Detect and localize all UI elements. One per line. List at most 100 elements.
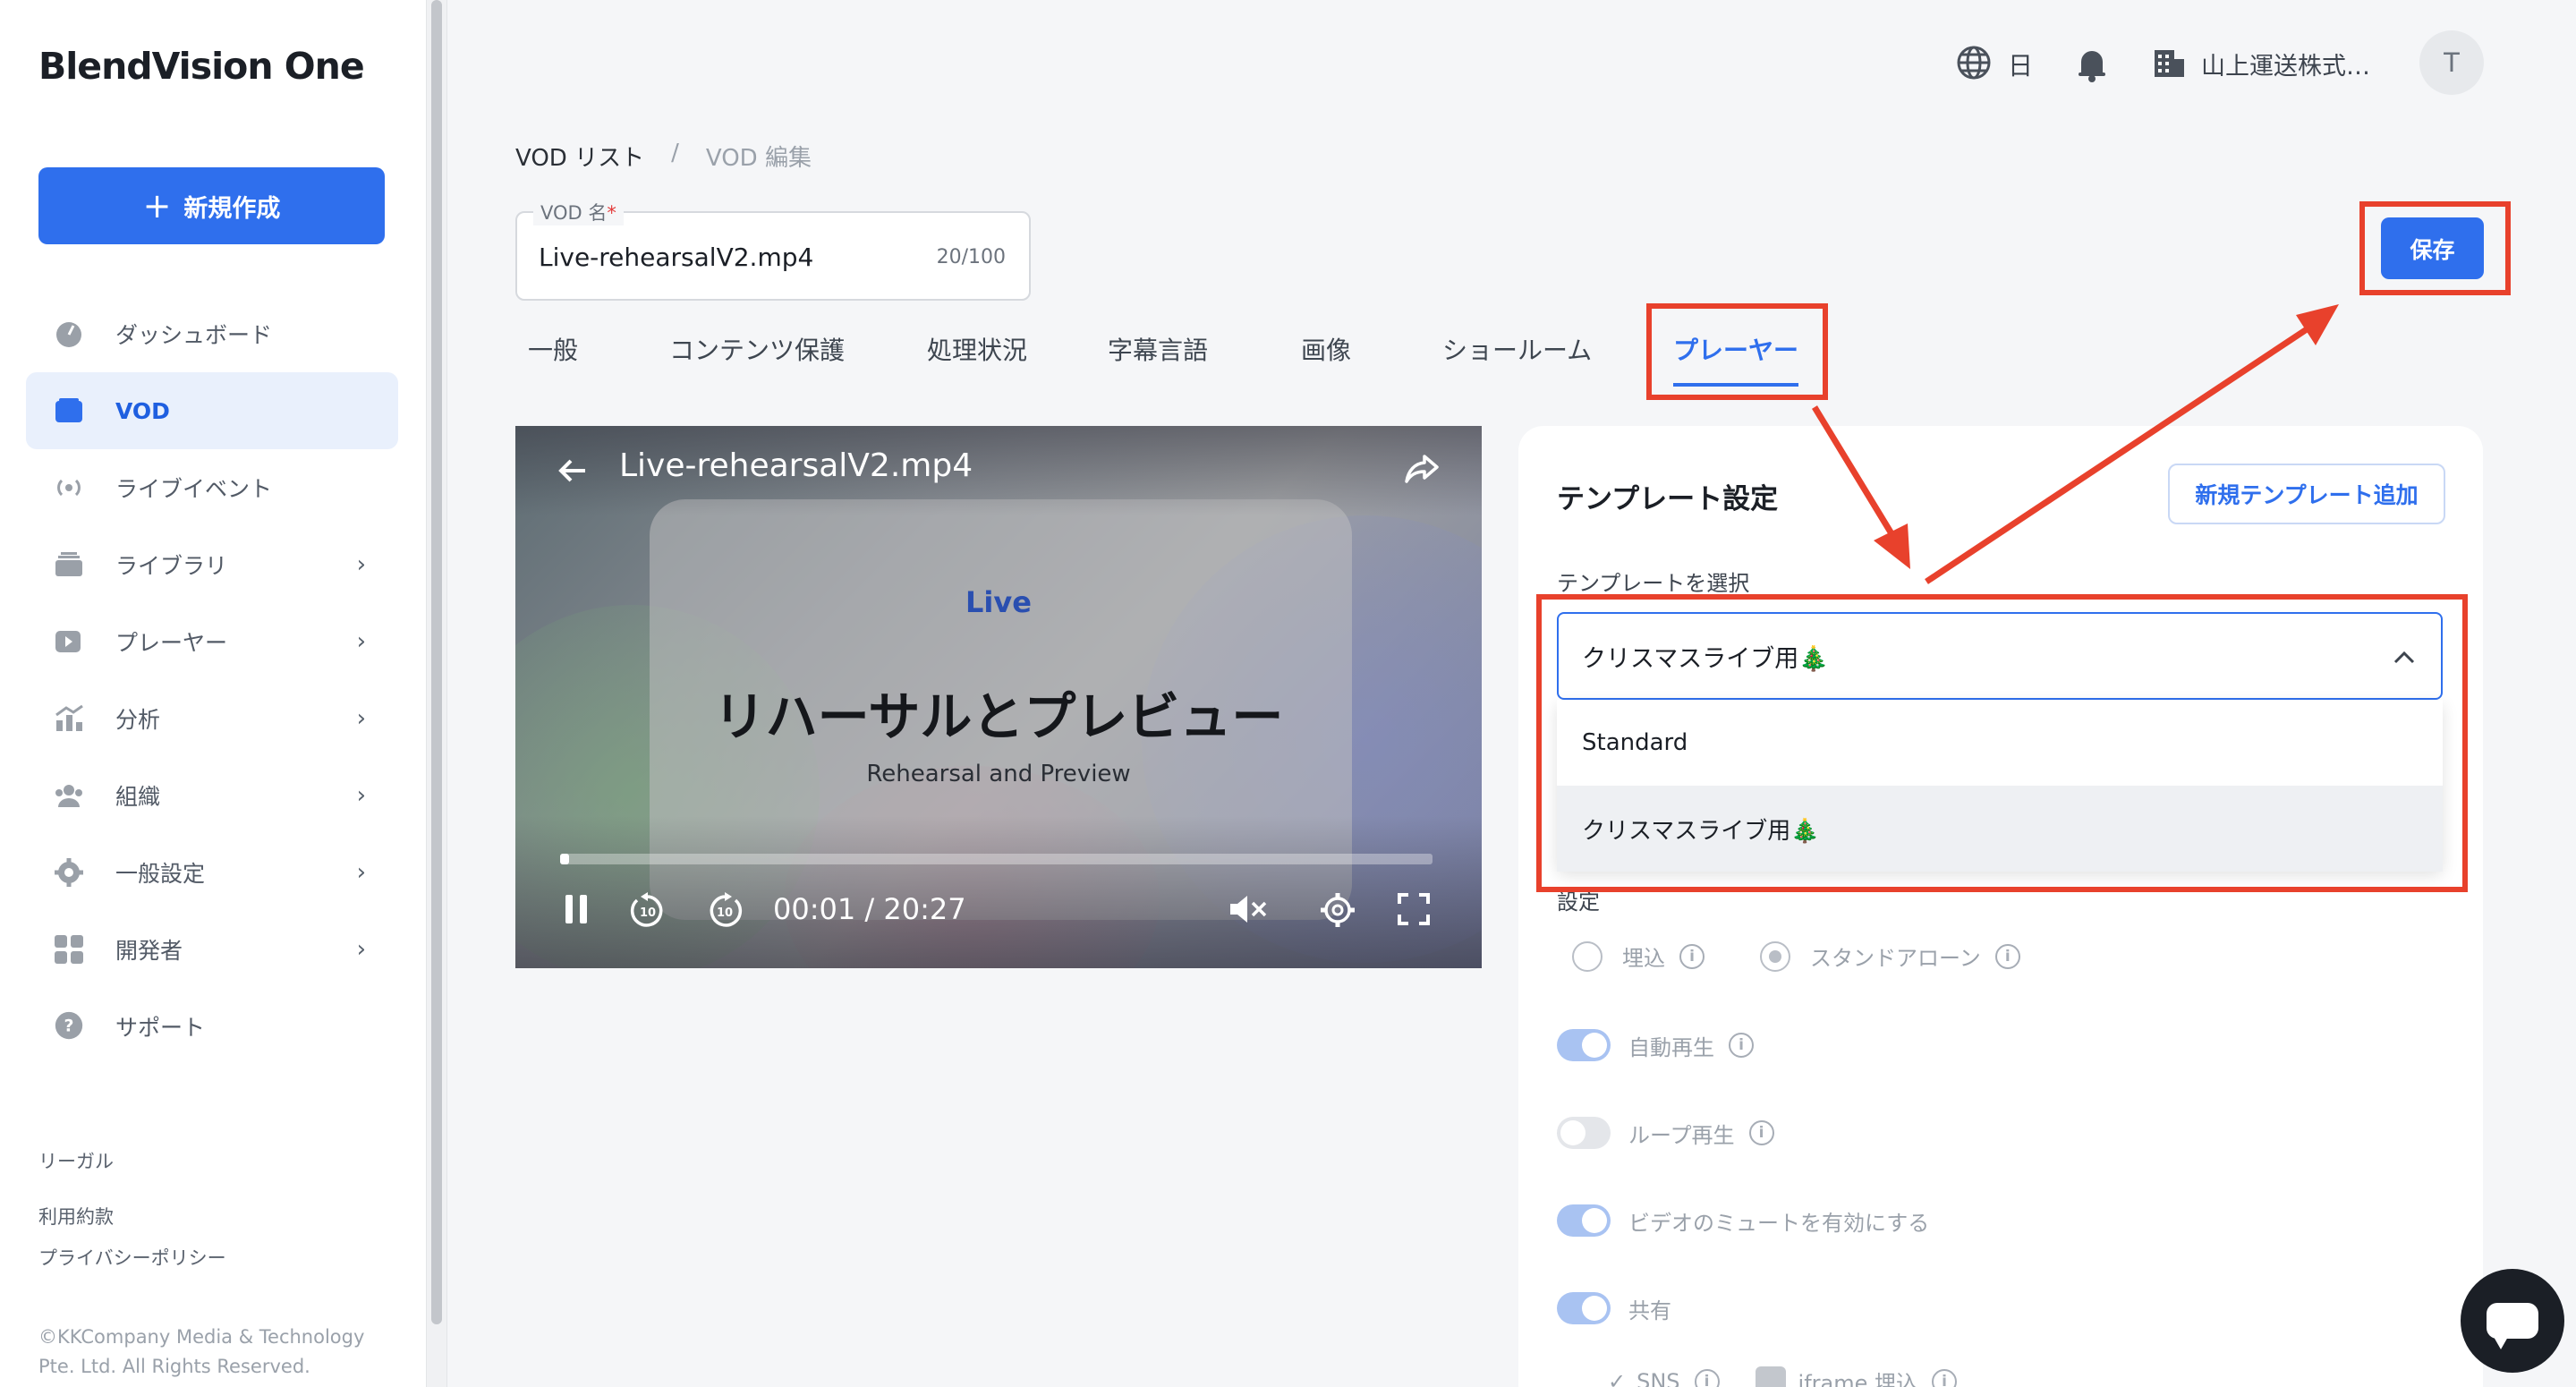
back-arrow-icon[interactable] (555, 453, 591, 492)
progress-bar[interactable] (560, 854, 1433, 864)
rewind-10-icon[interactable]: 10 (628, 891, 667, 934)
tab-subtitle-languages[interactable]: 字幕言語 (1108, 331, 1208, 367)
vod-name-input[interactable]: Live-rehearsalV2.mp4 (539, 243, 813, 272)
sidebar: BlendVision One + 新規作成 ダッシュボード VOD ライブイベ… (0, 0, 426, 1387)
video-headline: リハーサルとプレビュー (713, 686, 1284, 747)
info-icon[interactable]: i (1932, 1368, 1957, 1387)
vod-name-field[interactable]: VOD 名* Live-rehearsalV2.mp4 20/100 (515, 199, 1031, 301)
tab-images[interactable]: 画像 (1301, 331, 1351, 367)
sidebar-item-analytics[interactable]: 分析 › (26, 680, 398, 757)
vod-name-label: VOD 名* (533, 199, 624, 225)
embed-mode-options: 埋込 i スタンドアローン i (1572, 940, 2020, 972)
chevron-right-icon: › (356, 859, 366, 886)
developer-icon (53, 933, 85, 966)
sidebar-item-developer[interactable]: 開発者 › (26, 911, 398, 988)
fullscreen-icon[interactable] (1396, 891, 1432, 931)
sidebar-item-label: ライブラリ (115, 553, 228, 579)
dropdown-option-christmas[interactable]: クリスマスライブ用🎄 (1557, 786, 2443, 872)
mute-icon[interactable] (1228, 891, 1269, 931)
info-icon[interactable]: i (1694, 1368, 1720, 1387)
organization-icon (53, 779, 85, 812)
help-icon: ? (53, 1010, 85, 1042)
sidebar-item-label: 組織 (115, 784, 161, 810)
template-dropdown-menu: Standard クリスマスライブ用🎄 (1557, 700, 2443, 872)
share-sns-label: SNS (1637, 1368, 1680, 1387)
loop-label: ループ再生 (1628, 1122, 1735, 1148)
settings-label: 設定 (1557, 889, 1600, 915)
terms-link[interactable]: 利用約款 (38, 1203, 114, 1230)
tab-general[interactable]: 一般 (528, 331, 578, 367)
radio-standalone-label: スタンドアローン (1810, 946, 1981, 971)
svg-text:10: 10 (640, 906, 656, 920)
sidebar-item-player[interactable]: プレーヤー › (26, 603, 398, 680)
sidebar-item-support[interactable]: ? サポート (26, 988, 398, 1065)
loop-toggle[interactable] (1557, 1117, 1611, 1149)
brand-logo[interactable]: BlendVision One (38, 45, 365, 88)
privacy-link[interactable]: プライバシーポリシー (38, 1244, 226, 1271)
gear-icon (53, 856, 85, 889)
sidebar-item-organization[interactable]: 組織 › (26, 757, 398, 834)
sidebar-nav: ダッシュボード VOD ライブイベント ライブラリ › プレーヤー › 分析 ›… (26, 295, 398, 1065)
info-icon[interactable]: i (1729, 1033, 1754, 1058)
globe-icon[interactable] (1956, 45, 1992, 84)
bell-icon[interactable] (2074, 45, 2110, 86)
sidebar-item-label: 一般設定 (115, 861, 206, 887)
tab-showroom[interactable]: ショールーム (1442, 331, 1592, 367)
template-select-label: テンプレートを選択 (1557, 571, 1750, 596)
copyright: ©KKCompany Media & Technology Pte. Ltd. … (38, 1326, 365, 1377)
share-icon[interactable] (1403, 451, 1441, 490)
legal-heading: リーガル (38, 1151, 114, 1172)
template-select-value: クリスマスライブ用🎄 (1582, 645, 1829, 673)
info-icon[interactable]: i (1679, 943, 1705, 969)
sidebar-item-label: サポート (115, 1015, 206, 1041)
progress-fill (560, 854, 569, 864)
create-new-button[interactable]: + 新規作成 (38, 167, 385, 244)
breadcrumb: VOD リスト / VOD 編集 (515, 140, 812, 173)
scrollbar-thumb[interactable] (431, 0, 442, 1324)
avatar[interactable]: T (2419, 30, 2484, 95)
mute-toggle[interactable] (1557, 1204, 1611, 1237)
checkmark-icon[interactable]: ✓ (1608, 1369, 1626, 1387)
loop-setting: ループ再生 i (1557, 1117, 1774, 1149)
sidebar-item-label: 開発者 (115, 938, 183, 964)
tab-player[interactable]: プレーヤー (1673, 331, 1799, 387)
info-icon[interactable]: i (1994, 943, 2020, 969)
settings-gear-icon[interactable] (1319, 891, 1356, 932)
autoplay-toggle[interactable] (1557, 1029, 1611, 1061)
tab-content-protection[interactable]: コンテンツ保護 (669, 331, 845, 367)
radio-embed[interactable] (1572, 940, 1603, 972)
dropdown-option-standard[interactable]: Standard (1557, 700, 2443, 786)
svg-text:10: 10 (717, 906, 733, 920)
tab-processing-status[interactable]: 処理状況 (927, 331, 1027, 367)
radio-standalone[interactable] (1760, 940, 1790, 972)
character-counter: 20/100 (936, 246, 1006, 268)
chevron-right-icon: › (356, 936, 366, 963)
save-button[interactable]: 保存 (2381, 217, 2484, 279)
language-selector[interactable]: 日 (2008, 47, 2033, 82)
mute-label: ビデオのミュートを有効にする (1628, 1210, 1930, 1236)
breadcrumb-separator: / (671, 140, 679, 166)
forward-10-icon[interactable]: 10 (705, 891, 744, 934)
video-live-label: Live (965, 585, 1032, 619)
template-select[interactable]: クリスマスライブ用🎄 (1557, 612, 2443, 700)
sidebar-item-label: プレーヤー (115, 630, 228, 656)
sidebar-item-general-settings[interactable]: 一般設定 › (26, 834, 398, 911)
radio-embed-label: 埋込 (1622, 946, 1665, 971)
sidebar-item-vod[interactable]: VOD (26, 372, 398, 449)
chat-button[interactable] (2461, 1269, 2564, 1373)
add-template-button[interactable]: 新規テンプレート追加 (2168, 464, 2445, 524)
video-player[interactable]: Live-rehearsalV2.mp4 Live リハーサルとプレビュー Re… (515, 426, 1482, 968)
breadcrumb-parent[interactable]: VOD リスト (515, 140, 644, 173)
checkbox-icon[interactable] (1755, 1366, 1786, 1387)
sidebar-item-dashboard[interactable]: ダッシュボード (26, 295, 398, 372)
organization-selector[interactable]: 山上運送株式… (2201, 47, 2370, 81)
pause-icon[interactable] (560, 891, 592, 931)
sidebar-item-live-events[interactable]: ライブイベント (26, 449, 398, 526)
info-icon[interactable]: i (1748, 1120, 1774, 1145)
sidebar-scrollbar[interactable] (426, 0, 447, 1387)
analytics-icon (53, 702, 85, 735)
building-icon (2151, 45, 2187, 84)
breadcrumb-current: VOD 編集 (705, 145, 812, 172)
sidebar-item-library[interactable]: ライブラリ › (26, 526, 398, 603)
share-toggle[interactable] (1557, 1292, 1611, 1324)
